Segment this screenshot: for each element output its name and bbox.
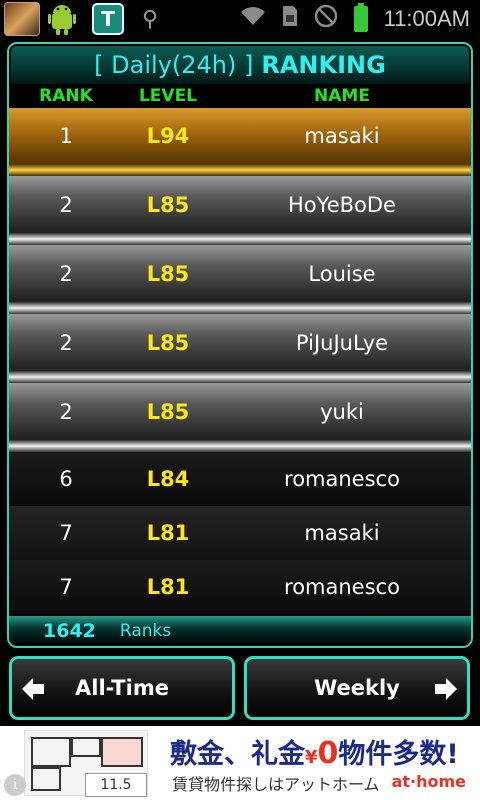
ad-banner[interactable]: 11.5 i 敷金、礼金¥0物件多数! 賃貸物件探しはアットホーム at·hom… [0, 726, 480, 800]
row-rank: 2 [59, 399, 73, 424]
row-divider [9, 164, 471, 176]
row-name: PiJuJuLye [295, 330, 389, 355]
weekly-button[interactable]: Weekly [244, 656, 470, 720]
ranking-panel: [ Daily(24h) ] RANKING RANK LEVEL NAME 1… [7, 42, 473, 648]
column-rank: RANK [39, 86, 93, 106]
ad-headline-a: 敷金、礼金 [170, 739, 305, 770]
row-level: L85 [146, 192, 190, 217]
weekly-label: Weekly [314, 676, 400, 700]
row-level: L81 [146, 521, 190, 545]
row-rank: 2 [59, 192, 73, 217]
floorplan-size: 11.5 [85, 773, 147, 797]
no-signal-icon [314, 4, 338, 34]
row-level: L84 [146, 467, 190, 491]
row-name: masaki [304, 124, 380, 148]
row-rank: 1 [59, 124, 73, 148]
row-rank: 2 [59, 330, 73, 355]
game-app-icon [4, 2, 40, 36]
all-time-button[interactable]: All-Time [9, 656, 235, 720]
ranking-row[interactable]: 6 L84 romanesco [9, 452, 471, 506]
row-name: HoYeBoDe [288, 192, 396, 217]
row-divider [9, 302, 471, 314]
sim-icon [282, 5, 298, 33]
column-level: LEVEL [138, 86, 198, 106]
ranking-row[interactable]: 1 L94 masaki [9, 108, 471, 164]
status-bar: T ⚲ 11:00AM [0, 0, 480, 38]
shield-app-icon: T [92, 3, 124, 35]
row-level: L85 [146, 261, 190, 286]
row-name: masaki [304, 521, 380, 545]
ad-info-icon[interactable]: i [4, 774, 26, 796]
ranking-title-bar: [ Daily(24h) ] RANKING [11, 46, 469, 84]
row-name: romanesco [284, 467, 400, 491]
row-level: L85 [146, 399, 190, 424]
row-level: L81 [146, 575, 190, 599]
row-rank: 2 [59, 261, 73, 286]
row-name: yuki [320, 399, 364, 424]
row-divider [9, 440, 471, 452]
arrow-right-icon [435, 678, 457, 700]
row-level: L94 [146, 124, 190, 148]
row-rank: 6 [59, 467, 73, 491]
ranking-period: [ Daily(24h) ] [94, 51, 254, 79]
floorplan-image: 11.5 [24, 730, 148, 797]
android-debug-icon [44, 2, 80, 36]
column-name: NAME [314, 86, 370, 106]
battery-charging-icon [353, 3, 368, 32]
row-level: L85 [146, 330, 190, 355]
ad-headline-b: 物件多数! [338, 739, 459, 770]
wifi-icon [240, 5, 266, 33]
clock: 11:00AM [383, 6, 470, 31]
row-rank: 7 [59, 521, 73, 545]
all-time-label: All-Time [75, 676, 169, 700]
total-ranks-label: Ranks [119, 621, 172, 641]
ranking-row[interactable]: 7 L81 romanesco [9, 560, 471, 614]
ranking-row[interactable]: 2 L85 yuki [9, 383, 471, 440]
usb-icon: ⚲ [142, 6, 159, 32]
ranking-title: RANKING [261, 51, 386, 79]
row-divider [9, 371, 471, 383]
ad-zero: 0 [317, 736, 339, 771]
row-name: Louise [308, 261, 376, 286]
ad-subtext: 賃貸物件探しはアットホーム [172, 775, 380, 794]
column-headers: RANK LEVEL NAME [9, 84, 471, 108]
ranking-row[interactable]: 2 L85 HoYeBoDe [9, 176, 471, 233]
arrow-left-icon [22, 678, 44, 700]
ad-brand-logo: at·home [391, 772, 466, 791]
ad-headline: 敷金、礼金¥0物件多数! [170, 732, 459, 771]
row-name: romanesco [284, 575, 400, 599]
ad-yen: ¥ [305, 747, 318, 768]
ranking-row[interactable]: 2 L85 Louise [9, 245, 471, 302]
row-divider [9, 233, 471, 245]
ranking-row[interactable]: 7 L81 masaki [9, 506, 471, 560]
total-ranks-count: 1642 [43, 620, 96, 642]
ranking-footer: 1642 Ranks [9, 616, 471, 646]
row-rank: 7 [59, 575, 73, 599]
ranking-row[interactable]: 2 L85 PiJuJuLye [9, 314, 471, 371]
